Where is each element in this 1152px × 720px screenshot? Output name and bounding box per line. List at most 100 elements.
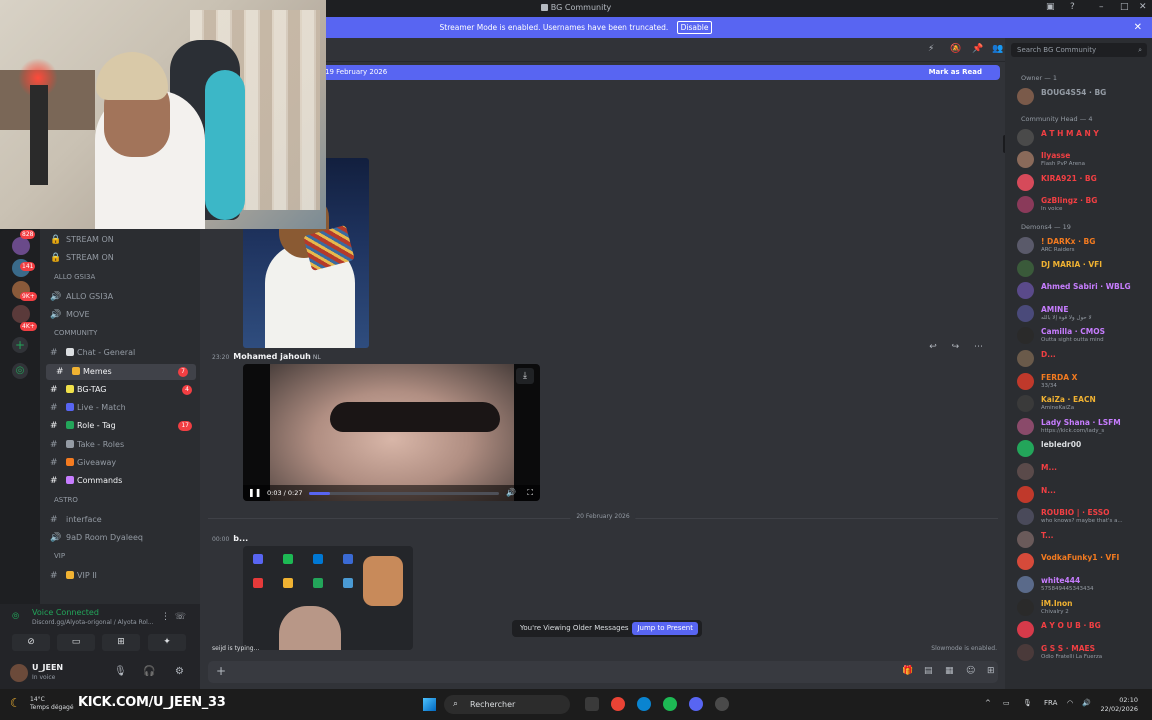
obs-icon[interactable] xyxy=(715,697,729,711)
disable-button[interactable]: Disable xyxy=(676,21,713,34)
jump-to-present-button[interactable]: Jump to Present xyxy=(632,622,698,635)
members-icon[interactable]: 👥 xyxy=(992,44,1003,54)
channel-category[interactable]: Astro xyxy=(54,496,78,504)
channel-text[interactable]: # Live - Match xyxy=(40,400,200,416)
tray-chevron-icon[interactable]: ^ xyxy=(985,699,991,707)
emoji-icon[interactable]: ☺ xyxy=(966,666,975,676)
maximize-button[interactable]: □ xyxy=(1120,2,1129,12)
channel-text[interactable]: # Role - Tag 17 xyxy=(40,418,200,434)
help-icon[interactable]: ? xyxy=(1070,2,1075,12)
message-author[interactable]: b... xyxy=(233,534,248,543)
wifi-icon[interactable]: ◠ xyxy=(1067,699,1073,707)
avatar[interactable] xyxy=(10,664,28,682)
search-input[interactable]: Search BG Community ⌕ xyxy=(1011,43,1147,57)
notifications-icon[interactable]: 🔕 xyxy=(950,44,961,54)
mic-tray-icon[interactable]: 🎙 xyxy=(1023,699,1032,707)
member-item[interactable]: A T H M A N Y xyxy=(1017,127,1150,149)
member-item[interactable]: BOUG4S54 · BG xyxy=(1017,86,1150,108)
member-item[interactable]: D... xyxy=(1017,348,1150,370)
video-progress[interactable] xyxy=(309,492,499,495)
member-item[interactable]: Ahmed Sabiri · WBLG xyxy=(1017,280,1150,302)
message-actions[interactable]: ↩ ↪ ⋯ xyxy=(929,342,989,352)
member-item[interactable]: Lady Shana · LSFM https://kick.com/lady_s xyxy=(1017,416,1150,438)
apps-icon[interactable]: ⊞ xyxy=(987,666,995,676)
clock[interactable]: 02:10 22/02/2026 xyxy=(1101,696,1138,714)
screen-share-button[interactable]: ▭ xyxy=(57,634,95,651)
minimize-button[interactable]: – xyxy=(1099,2,1104,12)
gift-icon[interactable]: 🎁 xyxy=(902,666,913,676)
server-icon[interactable] xyxy=(12,237,30,255)
task-view-icon[interactable] xyxy=(585,697,599,711)
channel-text[interactable]: # Chat - General xyxy=(40,345,200,361)
mic-icon[interactable]: 🎙 xyxy=(114,666,127,677)
spotify-icon[interactable] xyxy=(663,697,677,711)
sticker-icon[interactable]: ▦ xyxy=(945,666,954,676)
member-item[interactable]: Ilyasse Flash PvP Arena xyxy=(1017,149,1150,171)
member-item[interactable]: KaiZa · EACN AmineKaiZa xyxy=(1017,393,1150,415)
channel-text[interactable]: # BG-TAG 4 xyxy=(40,382,200,398)
headphones-icon[interactable]: 🎧 xyxy=(143,666,155,677)
network-icon[interactable]: ▭ xyxy=(1003,699,1010,707)
member-item[interactable]: Camilla · CMOS Outta sight outta mind xyxy=(1017,325,1150,347)
member-item[interactable]: T... xyxy=(1017,529,1150,551)
video-player[interactable]: ⤓ ❚❚ 0:03 / 0:27 🔊 ⛶ xyxy=(243,364,540,501)
member-item[interactable]: ! DARKx · BG ARC Raiders xyxy=(1017,235,1150,257)
weather-widget[interactable]: 14°C Temps dégagé xyxy=(30,696,74,712)
channel-category[interactable]: VIP xyxy=(54,552,65,560)
taskbar-search[interactable]: ⌕ Rechercher xyxy=(444,695,570,714)
member-item[interactable]: KIRA921 · BG xyxy=(1017,172,1150,194)
close-banner-icon[interactable]: ✕ xyxy=(1134,17,1142,38)
volume-icon[interactable]: 🔊 xyxy=(506,485,516,501)
channel-category[interactable]: ALLO GSI3A xyxy=(54,273,95,281)
start-button[interactable] xyxy=(423,698,436,711)
member-item[interactable]: FERDA X 33/34 xyxy=(1017,371,1150,393)
channel-category[interactable]: COMMUNITY xyxy=(54,329,97,337)
mark-as-read-button[interactable]: Mark as Read xyxy=(929,65,982,80)
channel-text[interactable]: # Commands xyxy=(40,473,200,489)
channel-stage[interactable]: 🔒 STREAM ON xyxy=(40,232,200,248)
discord-icon[interactable] xyxy=(689,697,703,711)
member-item[interactable]: white444 575849445343434 xyxy=(1017,574,1150,596)
member-item[interactable]: M... xyxy=(1017,461,1150,483)
inbox-icon[interactable]: ▣ xyxy=(1046,2,1055,12)
discover-icon[interactable]: ◎ xyxy=(12,363,28,379)
member-item[interactable]: N... xyxy=(1017,484,1150,506)
voice-status[interactable]: Voice Connected xyxy=(32,608,99,617)
fullscreen-icon[interactable]: ⛶ xyxy=(527,485,533,501)
add-server-icon[interactable]: + xyxy=(12,337,28,353)
gif-icon[interactable]: ▤ xyxy=(924,666,933,676)
channel-text[interactable]: # Take - Roles xyxy=(40,437,200,453)
message-input[interactable]: + 🎁 ▤ ▦ ☺ ⊞ xyxy=(208,661,998,683)
screenshot-image[interactable] xyxy=(243,546,413,650)
channel-voice[interactable]: 🔊 9aD Room Dyaleeq xyxy=(40,530,200,546)
threads-icon[interactable]: ⚡ xyxy=(928,44,934,54)
member-item[interactable]: A Y O U B · BG xyxy=(1017,619,1150,641)
channel-text[interactable]: # Memes 7 xyxy=(46,363,196,380)
member-item[interactable]: VodkaFunky1 · VFI xyxy=(1017,551,1150,573)
channel-text[interactable]: # interface xyxy=(40,512,200,528)
close-button[interactable]: ✕ xyxy=(1139,2,1147,12)
member-item[interactable]: AMINE لا حول ولا قوة إلا بالله xyxy=(1017,303,1150,325)
channel-voice[interactable]: 🔊 MOVE xyxy=(40,307,200,323)
soundboard-button[interactable]: ✦ xyxy=(148,634,186,651)
edge-icon[interactable] xyxy=(637,697,651,711)
channel-voice[interactable]: 🔊 ALLO GSI3A xyxy=(40,289,200,305)
speaker-icon[interactable]: 🔊 xyxy=(1082,699,1091,707)
activities-button[interactable]: ⊞ xyxy=(102,634,140,651)
noise-suppression-icon[interactable]: ⋮ xyxy=(161,612,170,622)
member-item[interactable]: iM.Inon Chivalry 2 xyxy=(1017,597,1150,619)
pin-icon[interactable]: 📌 xyxy=(972,44,983,54)
member-item[interactable]: GzBlingz · BG In voice xyxy=(1017,194,1150,216)
attach-icon[interactable]: + xyxy=(216,664,226,678)
channel-text[interactable]: # VIP II xyxy=(40,568,200,584)
message-author[interactable]: Mohamed jahouh xyxy=(233,352,311,361)
language-indicator[interactable]: FRA xyxy=(1044,699,1057,707)
download-icon[interactable]: ⤓ xyxy=(516,368,534,384)
settings-icon[interactable]: ⚙ xyxy=(175,666,184,677)
pause-icon[interactable]: ❚❚ xyxy=(248,485,261,501)
member-item[interactable]: ROUBIO | · ESSO who knows? maybe that's a… xyxy=(1017,506,1150,528)
member-item[interactable]: G S S · MAES Odio Fratelli La Fuerza xyxy=(1017,642,1150,664)
server-icon[interactable] xyxy=(12,305,30,323)
channel-stage[interactable]: 🔒 STREAM ON xyxy=(40,250,200,266)
member-item[interactable]: DJ MARIA · VFI xyxy=(1017,258,1150,280)
